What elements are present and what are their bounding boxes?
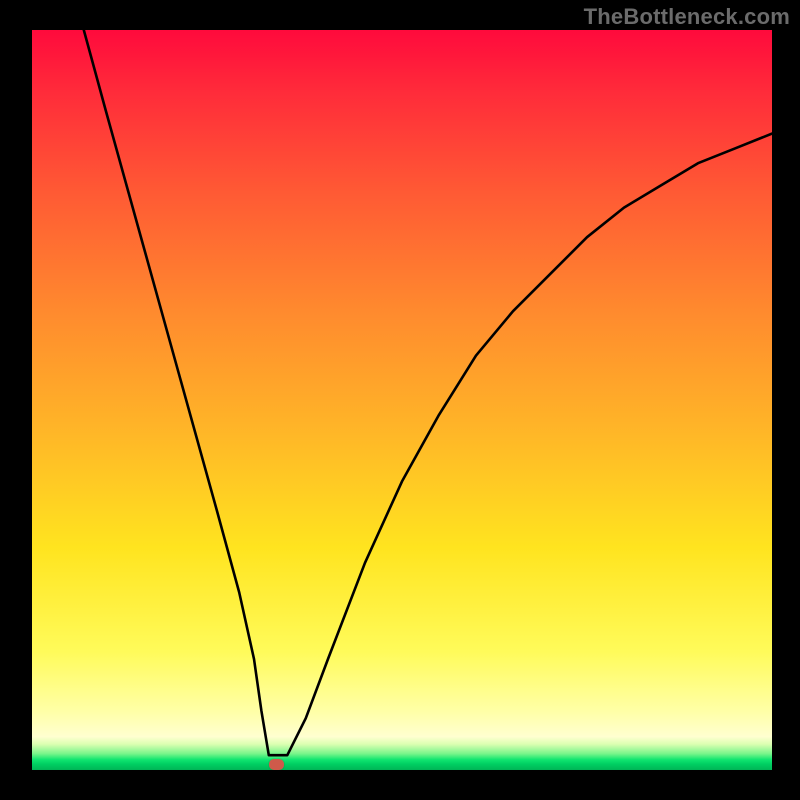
plot-area [32, 30, 772, 770]
optimum-marker [269, 759, 284, 770]
chart-frame: TheBottleneck.com [0, 0, 800, 800]
bottleneck-curve [32, 30, 772, 770]
watermark-text: TheBottleneck.com [584, 4, 790, 30]
curve-line [84, 30, 772, 755]
